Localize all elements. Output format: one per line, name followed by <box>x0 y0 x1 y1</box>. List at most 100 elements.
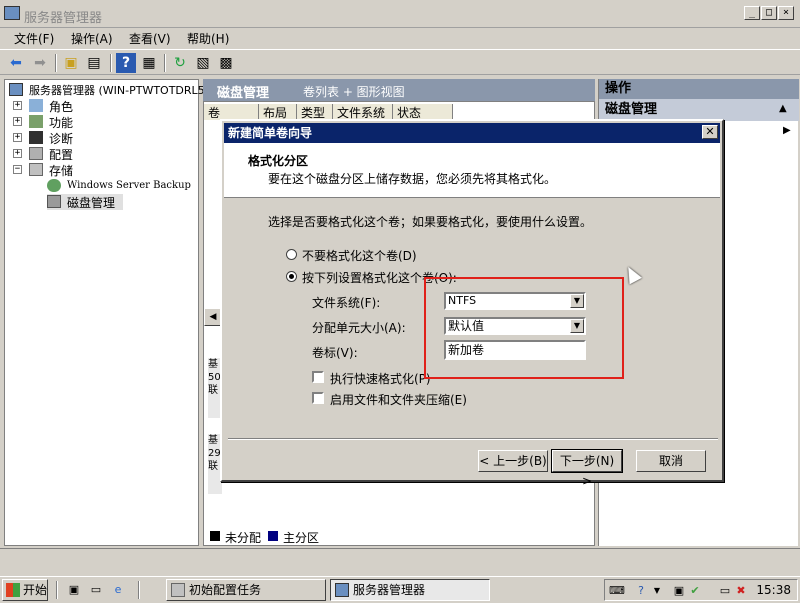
no-format-radio[interactable] <box>286 249 297 260</box>
tree-item-label: 角色 <box>49 100 74 114</box>
diagnostics-icon <box>29 131 43 144</box>
no-format-label[interactable]: 不要格式化这个卷(D) <box>302 247 417 264</box>
compression-label[interactable]: 启用文件和文件夹压缩(E) <box>330 391 467 408</box>
help-icon[interactable]: ? <box>116 53 136 73</box>
clock: 15:38 <box>756 583 791 597</box>
export-icon[interactable]: ▧ <box>193 53 213 73</box>
expand-icon[interactable]: + <box>13 101 22 110</box>
expand-icon[interactable]: + <box>13 149 22 158</box>
show-hide-tree-icon[interactable]: ▤ <box>84 53 104 73</box>
column-header-filesystem[interactable]: 文件系统 <box>333 104 393 120</box>
tray-arrow-icon[interactable]: ▼ <box>649 583 665 599</box>
up-folder-icon[interactable]: ▣ <box>61 53 81 73</box>
menu-help[interactable]: 帮助(H) <box>187 30 229 47</box>
start-label: 开始 <box>23 583 48 597</box>
volume-label-label: 卷标(V): <box>312 346 358 360</box>
taskbar-item-label: 服务器管理器 <box>353 583 426 597</box>
server-manager-task-icon <box>335 583 349 597</box>
features-icon <box>29 115 43 128</box>
minimize-button[interactable]: _ <box>744 6 760 20</box>
volume-muted-icon[interactable]: ✖ <box>733 583 749 599</box>
dialog-title-bar: 新建简单卷向导 ✕ <box>224 123 720 143</box>
menu-bar: 文件(F) 操作(A) 查看(V) 帮助(H) <box>0 28 800 48</box>
legend-primary-label: 主分区 <box>283 531 320 545</box>
disk-management-icon <box>47 195 61 208</box>
forward-arrow-icon[interactable]: ➡ <box>30 53 50 73</box>
toolbar: ⬅ ➡ ▣ ▤ ? ▦ ↻ ▧ ▩ <box>0 49 800 75</box>
expand-icon[interactable]: + <box>13 133 22 142</box>
allocation-unit-label: 分配单元大小(A): <box>312 321 406 335</box>
actions-more-icon[interactable]: ▶ <box>783 125 791 136</box>
tree-item-features[interactable]: + 功能 <box>13 114 193 130</box>
settings-icon[interactable]: ▩ <box>216 53 236 73</box>
storage-icon <box>29 163 43 176</box>
dialog-close-button[interactable]: ✕ <box>702 125 718 139</box>
tree-root[interactable]: 服务器管理器 (WIN-PTWTOTDRL5 <box>9 82 205 98</box>
security-icon[interactable]: ✔ <box>687 583 703 599</box>
dialog-heading: 格式化分区 <box>248 154 309 168</box>
menu-action[interactable]: 操作(A) <box>71 30 113 47</box>
help-tray-icon[interactable]: ? <box>633 583 649 599</box>
actions-section-disk-management[interactable]: 磁盘管理 <box>599 99 799 121</box>
configuration-icon <box>29 147 43 160</box>
dialog-header: 格式化分区 要在这个磁盘分区上储存数据，您必须先将其格式化。 <box>224 143 720 198</box>
legend-primary-swatch <box>268 531 278 541</box>
cancel-button[interactable]: 取消 <box>636 450 706 472</box>
tree-item-disk-management[interactable]: 磁盘管理 <box>47 194 123 210</box>
start-button[interactable]: 开始 <box>2 579 48 601</box>
center-pane-title: 磁盘管理 <box>217 86 270 101</box>
toolbar-separator <box>164 54 166 72</box>
dialog-subheading: 要在这个磁盘分区上储存数据，您必须先将其格式化。 <box>268 172 557 186</box>
display-icon[interactable]: ▭ <box>717 583 733 599</box>
refresh-icon[interactable]: ↻ <box>170 53 190 73</box>
tree-item-storage[interactable]: − 存储 <box>13 162 193 178</box>
center-pane-header: 磁盘管理 卷列表 + 图形视图 <box>203 79 595 101</box>
window-title: 服务器管理器 <box>24 11 103 26</box>
config-task-icon <box>171 583 185 597</box>
network-icon[interactable]: ▣ <box>671 583 687 599</box>
quick-format-checkbox[interactable] <box>312 371 324 383</box>
internet-explorer-icon[interactable]: e <box>110 582 126 598</box>
format-radio[interactable] <box>286 271 297 282</box>
menu-file[interactable]: 文件(F) <box>14 30 54 47</box>
back-arrow-icon[interactable]: ⬅ <box>6 53 26 73</box>
column-header-type[interactable]: 类型 <box>297 104 333 120</box>
expand-icon[interactable]: + <box>13 117 22 126</box>
server-manager-icon <box>4 6 20 20</box>
tree-item-configuration[interactable]: + 配置 <box>13 146 193 162</box>
taskbar: 开始 ▣ ▭ e 初始配置任务 服务器管理器 ⌨ ? ▼ ▣ ✔ ▭ ✖ 15:… <box>0 576 800 603</box>
close-button[interactable]: × <box>778 6 794 20</box>
taskbar-separator <box>56 581 58 599</box>
show-desktop-icon[interactable]: ▭ <box>88 582 104 598</box>
dialog-separator <box>228 438 718 440</box>
actions-header: 操作 <box>599 79 799 99</box>
dialog-title: 新建简单卷向导 <box>228 126 313 140</box>
roles-icon <box>29 99 43 112</box>
column-header-layout[interactable]: 布局 <box>259 104 297 120</box>
back-button[interactable]: < 上一步(B) <box>478 450 548 472</box>
window-title-bar: 服务器管理器 _ □ × <box>0 0 800 28</box>
collapse-icon[interactable]: − <box>13 165 22 174</box>
tree-item-roles[interactable]: + 角色 <box>13 98 193 114</box>
windows-logo-icon <box>6 583 20 597</box>
maximize-button[interactable]: □ <box>761 6 777 20</box>
keyboard-icon[interactable]: ⌨ <box>609 583 625 599</box>
properties-icon[interactable]: ▦ <box>139 53 159 73</box>
server-manager-quicklaunch-icon[interactable]: ▣ <box>66 582 82 598</box>
taskbar-item-server-manager[interactable]: 服务器管理器 <box>330 579 490 601</box>
annotation-highlight <box>424 277 624 379</box>
view-mode-label: 卷列表 + 图形视图 <box>303 85 405 99</box>
tree-item-windows-server-backup[interactable]: Windows Server Backup <box>47 178 197 194</box>
tree-item-label: 功能 <box>49 116 74 130</box>
menu-view[interactable]: 查看(V) <box>129 30 171 47</box>
taskbar-item-initial-config[interactable]: 初始配置任务 <box>166 579 326 601</box>
next-button[interactable]: 下一步(N) > <box>551 449 623 488</box>
actions-collapse-icon[interactable]: ▲ <box>779 103 787 114</box>
quick-format-label[interactable]: 执行快速格式化(P) <box>330 370 431 387</box>
compression-checkbox[interactable] <box>312 392 324 404</box>
taskbar-item-label: 初始配置任务 <box>189 583 262 597</box>
column-header-volume[interactable]: 卷 <box>204 104 259 120</box>
toolbar-separator <box>55 54 57 72</box>
tree-item-diagnostics[interactable]: + 诊断 <box>13 130 193 146</box>
column-header-status[interactable]: 状态 <box>393 104 453 120</box>
